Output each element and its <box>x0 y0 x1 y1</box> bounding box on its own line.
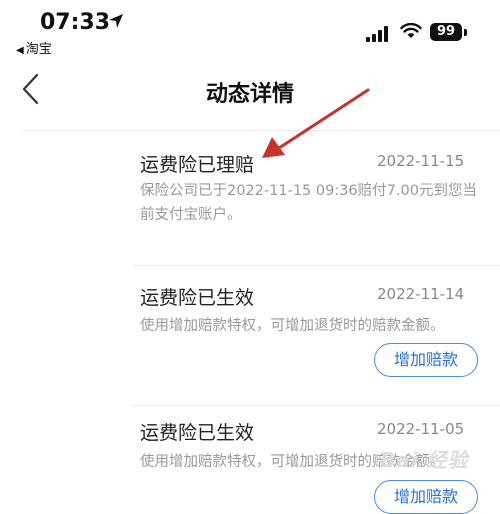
wifi-icon <box>400 22 422 38</box>
item-description: 使用增加赔款特权，可增加退货时的赔款金额。 <box>140 318 445 334</box>
page-title: 动态详情 <box>205 82 294 107</box>
watermark: Bai 经验 <box>380 448 469 472</box>
item-title: 运费险已生效 <box>140 287 255 309</box>
back-triangle-icon: ◀ <box>16 45 24 56</box>
nav-bar: 动态详情 <box>0 58 500 120</box>
header-divider <box>20 130 500 131</box>
back-app-label: 淘宝 <box>25 42 52 57</box>
increase-compensation-button[interactable]: 增加赔款 <box>374 343 478 377</box>
status-bar: 07:33 ◀ 淘宝 99 <box>0 0 500 58</box>
item-title: 运费险已理赔 <box>140 154 255 176</box>
battery-tip <box>464 29 467 36</box>
item-divider <box>133 405 500 406</box>
cellular-signal-icon <box>366 26 388 42</box>
battery-indicator: 99 <box>430 23 462 41</box>
location-arrow-icon <box>109 14 123 28</box>
item-date: 2022-11-15 <box>377 152 465 170</box>
item-date: 2022-11-05 <box>377 420 465 438</box>
increase-compensation-button[interactable]: 增加赔款 <box>374 480 478 514</box>
status-time: 07:33 <box>40 10 111 35</box>
item-divider <box>133 265 500 266</box>
back-to-app-link[interactable]: ◀ 淘宝 <box>16 38 52 57</box>
item-date: 2022-11-14 <box>377 285 465 303</box>
item-description: 保险公司已于2022-11-15 09:36赔付7.00元到您当前支付宝账户。 <box>140 183 477 223</box>
item-title: 运费险已生效 <box>140 422 255 444</box>
